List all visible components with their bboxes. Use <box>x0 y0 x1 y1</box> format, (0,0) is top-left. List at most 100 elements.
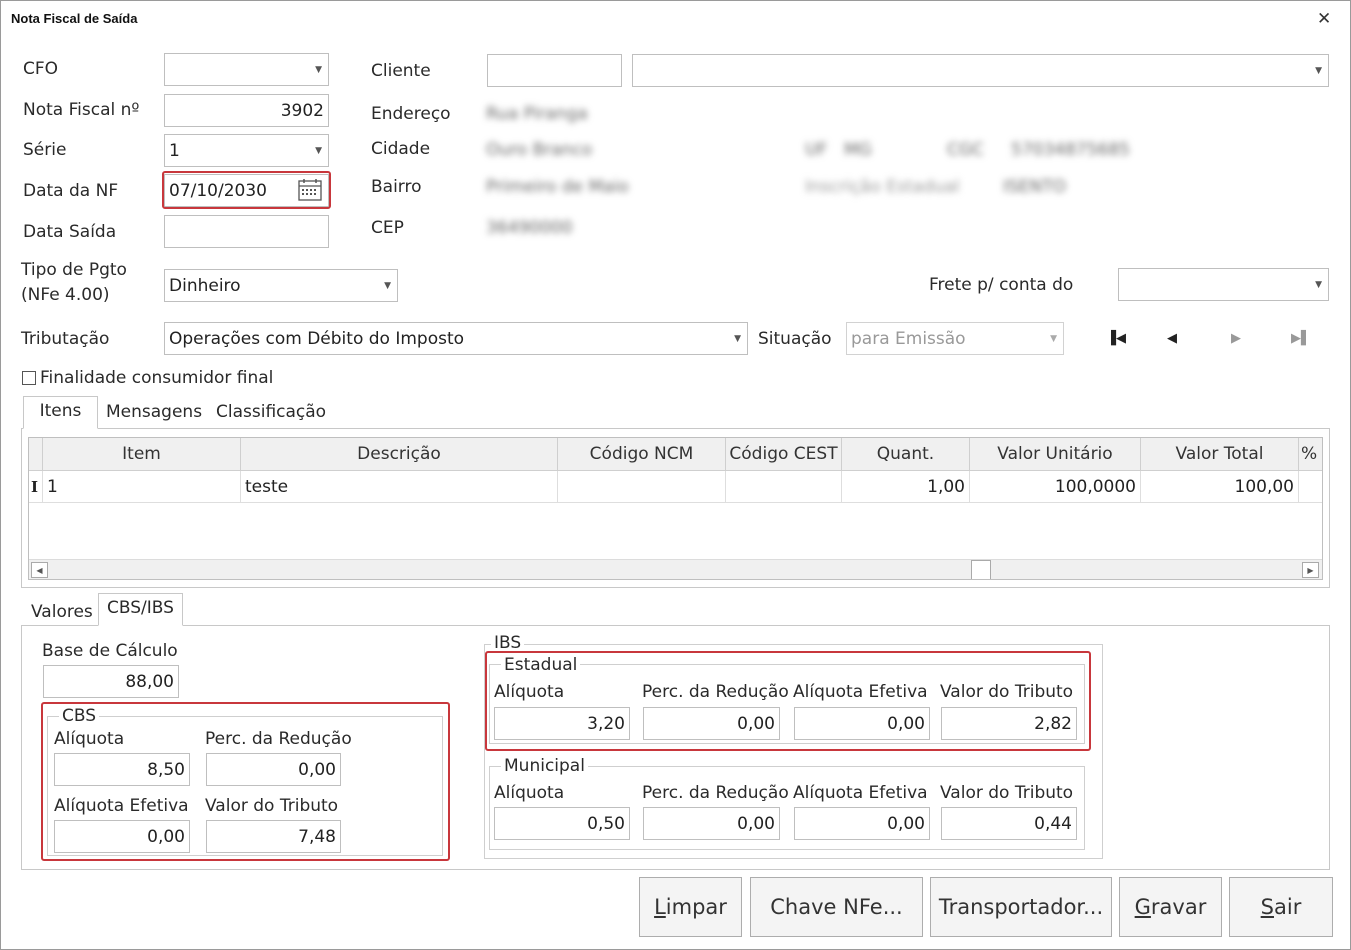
tab-itens[interactable]: Itens <box>23 396 98 429</box>
row-indicator: I <box>29 471 43 503</box>
municipal-reducao-input[interactable]: 0,00 <box>643 807 780 840</box>
frete-select[interactable]: ▼ <box>1118 268 1329 301</box>
limpar-button[interactable]: Limpar <box>639 877 742 937</box>
serie-select[interactable]: 1 ▼ <box>164 134 329 167</box>
situacao-label: Situação <box>758 329 832 349</box>
finalidade-label: Finalidade consumidor final <box>40 368 274 388</box>
data-nf-label: Data da NF <box>23 181 119 201</box>
cliente-code-input[interactable] <box>487 54 622 87</box>
tab-mensagens[interactable]: Mensagens <box>98 398 210 426</box>
cell-valor-total[interactable]: 100,00 <box>1141 471 1299 503</box>
municipal-aliquota-label: Alíquota <box>494 783 565 803</box>
col-valor-total[interactable]: Valor Total <box>1141 438 1299 471</box>
cliente-label: Cliente <box>371 61 431 81</box>
gravar-button[interactable]: Gravar <box>1119 877 1222 937</box>
cell-cest[interactable] <box>726 471 842 503</box>
endereco-label: Endereço <box>371 104 451 124</box>
municipal-reducao-label: Perc. da Redução <box>642 783 789 803</box>
transportador-button[interactable]: Transportador... <box>930 877 1112 937</box>
first-icon[interactable]: ▐◀ <box>1106 331 1126 346</box>
tributacao-label: Tributação <box>21 329 110 349</box>
chevron-down-icon: ▼ <box>734 333 741 344</box>
chevron-down-icon: ▼ <box>1315 279 1322 290</box>
data-saida-label: Data Saída <box>23 222 117 242</box>
municipal-title: Municipal <box>501 756 588 776</box>
municipal-aliquota-input[interactable]: 0,50 <box>494 807 630 840</box>
gravar-label: ravar <box>1150 895 1207 919</box>
frete-label: Frete p/ conta do <box>929 275 1074 295</box>
data-saida-input[interactable] <box>164 215 329 248</box>
base-calculo-label: Base de Cálculo <box>42 641 178 661</box>
base-calculo-input[interactable]: 88,00 <box>43 665 179 698</box>
chevron-down-icon: ▼ <box>1315 65 1322 76</box>
chevron-down-icon: ▼ <box>315 64 322 75</box>
situacao-select[interactable]: para Emissão ▼ <box>846 322 1064 355</box>
cell-valor-unitario[interactable]: 100,0000 <box>970 471 1141 503</box>
tributacao-select[interactable]: Operações com Débito do Imposto ▼ <box>164 322 748 355</box>
scroll-right-icon[interactable]: ▶ <box>1302 562 1319 578</box>
municipal-efetiva-input[interactable]: 0,00 <box>794 807 930 840</box>
cell-item[interactable]: 1 <box>43 471 241 503</box>
sair-button[interactable]: Sair <box>1229 877 1333 937</box>
serie-value: 1 <box>169 140 180 161</box>
bairro-value: Primeiro de Maio <box>486 177 629 197</box>
municipal-efetiva-label: Alíquota Efetiva <box>793 783 928 803</box>
nota-fiscal-label: Nota Fiscal nº <box>23 100 140 120</box>
cep-label: CEP <box>371 218 404 238</box>
cell-ipi[interactable] <box>1299 471 1322 503</box>
last-icon[interactable]: ▶▌ <box>1291 331 1311 346</box>
estadual-highlight <box>485 651 1091 751</box>
chevron-down-icon: ▼ <box>1050 333 1057 344</box>
col-cest[interactable]: Código CEST <box>726 438 842 471</box>
col-item[interactable]: Item <box>43 438 241 471</box>
cep-value: 36490000 <box>486 218 573 238</box>
col-ncm[interactable]: Código NCM <box>558 438 726 471</box>
nota-fiscal-input[interactable]: 3902 <box>164 94 329 127</box>
horizontal-scrollbar[interactable]: ◀ ▶ <box>29 559 1322 579</box>
next-icon[interactable]: ▶ <box>1231 331 1241 346</box>
col-ipi[interactable]: % IPI <box>1299 438 1322 471</box>
tabs-bottom-divider-right <box>183 625 1330 626</box>
tipo-pgto-select[interactable]: Dinheiro ▼ <box>164 269 398 302</box>
cgc-label: CGC <box>947 140 984 160</box>
tab-cbs-ibs[interactable]: CBS/IBS <box>98 593 183 626</box>
municipal-tributo-input[interactable]: 0,44 <box>941 807 1077 840</box>
sair-label: air <box>1274 895 1302 919</box>
uf-label: UF <box>805 140 828 160</box>
cliente-name-select[interactable]: ▼ <box>632 54 1329 87</box>
close-icon[interactable]: ✕ <box>1317 9 1331 29</box>
data-nf-highlight <box>162 171 331 209</box>
tributacao-value: Operações com Débito do Imposto <box>169 328 465 349</box>
cfo-label: CFO <box>23 59 59 79</box>
municipal-tributo-label: Valor do Tributo <box>940 783 1074 803</box>
prev-icon[interactable]: ◀ <box>1167 331 1177 346</box>
items-grid[interactable]: Item Descrição Código NCM Código CEST Qu… <box>28 437 1323 580</box>
cell-descricao[interactable]: teste <box>241 471 558 503</box>
cell-ncm[interactable] <box>558 471 726 503</box>
scroll-left-icon[interactable]: ◀ <box>31 562 48 578</box>
cfo-select[interactable]: ▼ <box>164 53 329 86</box>
tipo-pgto-label: Tipo de Pgto <box>21 260 127 280</box>
cidade-value: Ouro Branco <box>486 140 593 160</box>
grid-indicator-header <box>29 438 43 471</box>
tab-valores[interactable]: Valores <box>23 598 101 626</box>
tab-classificacao[interactable]: Classificação <box>208 398 334 426</box>
cbs-highlight <box>41 702 450 861</box>
col-quant[interactable]: Quant. <box>842 438 970 471</box>
limpar-label: impar <box>665 895 727 919</box>
situacao-value: para Emissão <box>851 328 966 349</box>
sair-mnemonic: S <box>1260 895 1274 919</box>
ibs-title: IBS <box>491 633 525 653</box>
cgc-value: 57034875685 <box>1011 140 1130 160</box>
tipo-pgto-sublabel: (NFe 4.00) <box>21 285 110 305</box>
cell-quant[interactable]: 1,00 <box>842 471 970 503</box>
col-valor-unitario[interactable]: Valor Unitário <box>970 438 1141 471</box>
finalidade-checkbox[interactable] <box>22 371 36 385</box>
scroll-thumb[interactable] <box>971 560 991 579</box>
chave-nfe-button[interactable]: Chave NFe... <box>750 877 923 937</box>
window-title: Nota Fiscal de Saída <box>11 11 138 26</box>
chevron-down-icon: ▼ <box>315 145 322 156</box>
gravar-mnemonic: G <box>1134 895 1151 919</box>
uf-value: MG <box>844 140 872 160</box>
col-descricao[interactable]: Descrição <box>241 438 558 471</box>
